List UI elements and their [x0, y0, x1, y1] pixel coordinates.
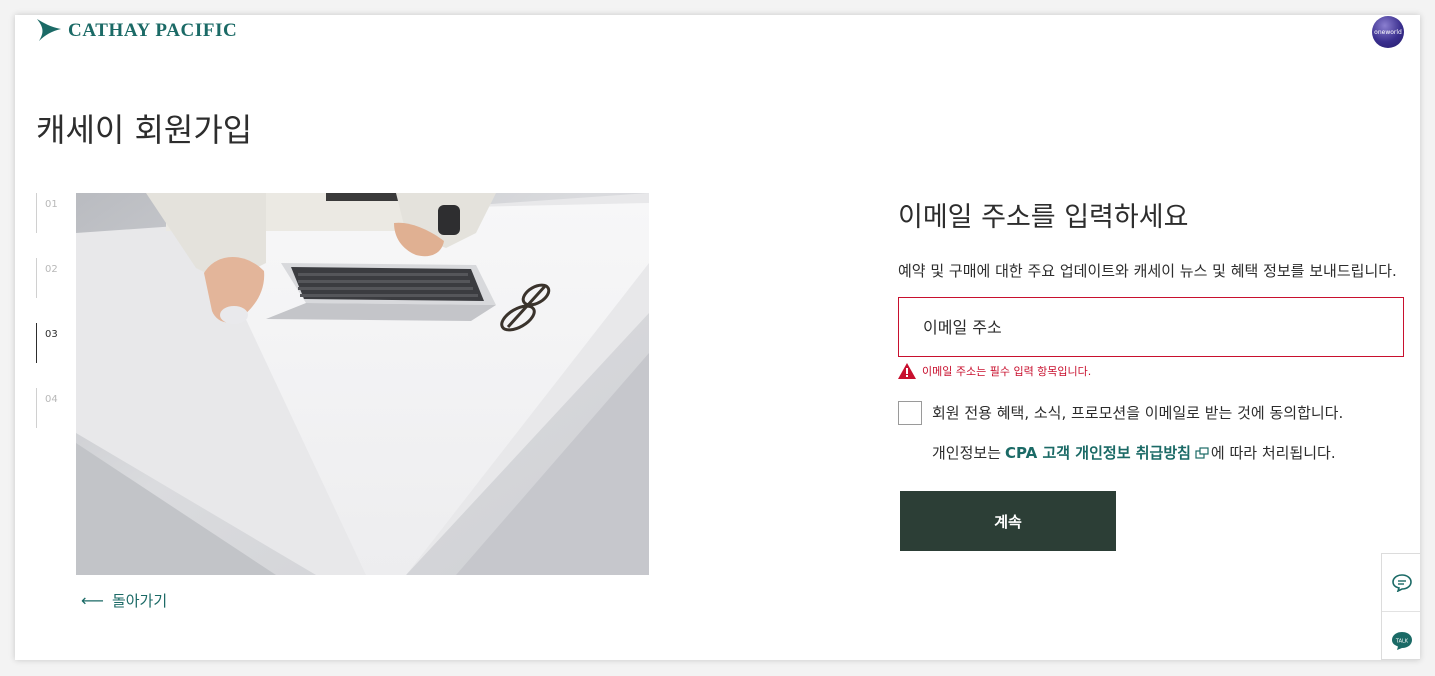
back-link[interactable]: ⟵ 돌아가기: [81, 590, 167, 611]
email-form: 이메일 주소를 입력하세요 예약 및 구매에 대한 주요 업데이트와 캐세이 뉴…: [898, 193, 1408, 551]
step-1: 01: [36, 193, 60, 233]
arrow-left-icon: ⟵: [81, 591, 104, 610]
cathay-logo[interactable]: CATHAY PACIFIC: [36, 15, 237, 45]
signup-photo: [76, 193, 649, 575]
privacy-policy-link[interactable]: CPA 고객 개인정보 취급방침: [1005, 442, 1191, 463]
step-3-current: 03: [36, 323, 60, 363]
form-title: 이메일 주소를 입력하세요: [898, 202, 1189, 233]
talk-button[interactable]: TALK: [1382, 612, 1420, 660]
privacy-notice: 개인정보는 CPA 고객 개인정보 취급방침 에 따라 처리됩니다.: [932, 442, 1336, 463]
back-label: 돌아가기: [111, 592, 168, 610]
email-error: 이메일 주소는 필수 입력 항목입니다.: [898, 363, 1091, 379]
consent-checkbox[interactable]: [898, 401, 922, 425]
external-link-icon: [1195, 446, 1209, 459]
oneworld-label: oneworld: [1374, 28, 1402, 36]
svg-text:TALK: TALK: [1394, 639, 1408, 645]
email-error-text: 이메일 주소는 필수 입력 항목입니다.: [922, 365, 1092, 378]
continue-button[interactable]: 계속: [900, 491, 1116, 551]
consent-row: 회원 전용 혜택, 소식, 프로모션을 이메일로 받는 것에 동의합니다.: [898, 401, 1344, 425]
laptop-desk-illustration: [76, 193, 649, 575]
privacy-prefix: 개인정보는: [932, 444, 1002, 462]
consent-label: 회원 전용 혜택, 소식, 프로모션을 이메일로 받는 것에 동의합니다.: [932, 404, 1344, 422]
brushwing-icon: [37, 19, 61, 41]
warning-icon: [898, 363, 916, 379]
oneworld-logo: oneworld: [1372, 16, 1404, 48]
page-title: 캐세이 회원가입: [36, 111, 253, 149]
brand-name: CATHAY PACIFIC: [68, 20, 238, 41]
form-subtitle: 예약 및 구매에 대한 주요 업데이트와 캐세이 뉴스 및 혜택 정보를 보내드…: [898, 262, 1397, 280]
side-tools: TALK: [1381, 553, 1420, 660]
talk-icon: TALK: [1391, 632, 1412, 650]
step-2: 02: [36, 258, 60, 298]
chat-icon: [1391, 573, 1412, 592]
privacy-suffix: 에 따라 처리됩니다.: [1210, 444, 1336, 462]
chat-button[interactable]: [1382, 554, 1420, 612]
main-card: CATHAY PACIFIC oneworld 캐세이 회원가입 01 02 0…: [15, 15, 1420, 660]
email-input[interactable]: [898, 297, 1404, 357]
step-4: 04: [36, 388, 60, 428]
